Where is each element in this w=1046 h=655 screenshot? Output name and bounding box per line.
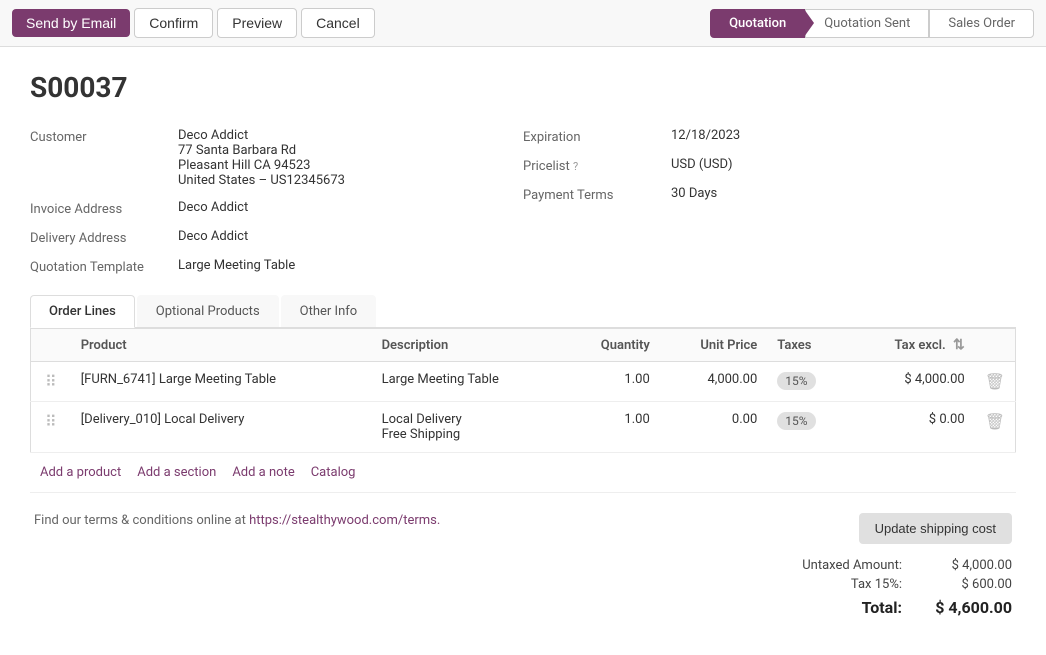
status-step-quotation[interactable]: Quotation: [710, 9, 805, 38]
quantity-2: 1.00: [563, 402, 659, 453]
adjust-columns-icon[interactable]: ⇅: [953, 337, 965, 353]
col-drag: [31, 329, 71, 362]
taxes-1: 15%: [767, 362, 848, 402]
quotation-template-label: Quotation Template: [30, 258, 170, 275]
confirm-button[interactable]: Confirm: [134, 8, 213, 38]
payment-terms-value: 30 Days: [671, 186, 717, 201]
invoice-address-label: Invoice Address: [30, 200, 170, 217]
tax-excl-2: $ 0.00: [849, 402, 975, 453]
product-name-1: [FURN_6741] Large Meeting Table: [71, 362, 372, 402]
add-product-link[interactable]: Add a product: [40, 465, 121, 480]
quotation-title: S00037: [30, 71, 1016, 104]
form-left: Customer Deco Addict 77 Santa Barbara Rd…: [30, 128, 523, 275]
quotation-template-value: Large Meeting Table: [178, 258, 295, 273]
delete-row-1-icon[interactable]: 🗑: [985, 372, 1005, 391]
pricelist-label: Pricelist ?: [523, 157, 663, 174]
untaxed-label: Untaxed Amount:: [782, 558, 902, 573]
quick-actions: Add a product Add a section Add a note C…: [30, 453, 1016, 493]
drag-handle-1[interactable]: ⠿: [31, 362, 71, 402]
terms-text: Find our terms & conditions online at ht…: [34, 513, 440, 528]
terms-link[interactable]: https://stealthywood.com/terms.: [249, 513, 440, 528]
untaxed-value: $ 4,000.00: [932, 558, 1012, 573]
tax-value: $ 600.00: [932, 577, 1012, 592]
add-section-link[interactable]: Add a section: [137, 465, 216, 480]
col-unit-price: Unit Price: [660, 329, 768, 362]
invoice-address-value: Deco Addict: [178, 200, 248, 215]
pricelist-value: USD (USD): [671, 157, 733, 172]
quantity-1: 1.00: [563, 362, 659, 402]
taxes-2: 15%: [767, 402, 848, 453]
order-table: Product Description Quantity Unit Price …: [30, 328, 1016, 453]
col-tax-excl: Tax excl. ⇅: [849, 329, 975, 362]
footer-area: Find our terms & conditions online at ht…: [30, 513, 1016, 621]
table-row: ⠿ [Delivery_010] Local Delivery Local De…: [31, 402, 1016, 453]
description-2: Local Delivery Free Shipping: [372, 402, 564, 453]
preview-button[interactable]: Preview: [217, 8, 297, 38]
col-actions: [975, 329, 1016, 362]
customer-value: Deco Addict 77 Santa Barbara Rd Pleasant…: [178, 128, 345, 188]
summary-table: Untaxed Amount: $ 4,000.00 Tax 15%: $ 60…: [752, 558, 1012, 617]
delivery-address-label: Delivery Address: [30, 229, 170, 246]
status-bar: Quotation Quotation Sent Sales Order: [710, 9, 1034, 38]
tax-excl-1: $ 4,000.00: [849, 362, 975, 402]
add-note-link[interactable]: Add a note: [232, 465, 294, 480]
table-row: ⠿ [FURN_6741] Large Meeting Table Large …: [31, 362, 1016, 402]
catalog-link[interactable]: Catalog: [311, 465, 356, 480]
col-taxes: Taxes: [767, 329, 848, 362]
form-grid: Customer Deco Addict 77 Santa Barbara Rd…: [30, 128, 1016, 275]
field-quotation-template: Quotation Template Large Meeting Table: [30, 258, 523, 275]
tabs: Order Lines Optional Products Other Info: [30, 295, 1016, 328]
total-row: Total: $ 4,600.00: [752, 598, 1012, 617]
unit-price-1: 4,000.00: [660, 362, 768, 402]
drag-handle-2[interactable]: ⠿: [31, 402, 71, 453]
field-payment-terms: Payment Terms 30 Days: [523, 186, 1016, 203]
tab-order-lines[interactable]: Order Lines: [30, 295, 135, 328]
total-value: $ 4,600.00: [932, 598, 1012, 617]
field-invoice-address: Invoice Address Deco Addict: [30, 200, 523, 217]
send-email-button[interactable]: Send by Email: [12, 9, 130, 37]
col-description: Description: [372, 329, 564, 362]
expiration-value: 12/18/2023: [671, 128, 740, 143]
pricelist-help-icon[interactable]: ?: [573, 160, 578, 173]
expiration-label: Expiration: [523, 128, 663, 145]
tab-other-info[interactable]: Other Info: [281, 295, 377, 327]
untaxed-amount-row: Untaxed Amount: $ 4,000.00: [752, 558, 1012, 573]
cancel-button[interactable]: Cancel: [301, 8, 375, 38]
tax-label: Tax 15%:: [782, 577, 902, 592]
customer-label: Customer: [30, 128, 170, 145]
delete-1[interactable]: 🗑: [975, 362, 1016, 402]
field-customer: Customer Deco Addict 77 Santa Barbara Rd…: [30, 128, 523, 188]
unit-price-2: 0.00: [660, 402, 768, 453]
field-expiration: Expiration 12/18/2023: [523, 128, 1016, 145]
product-name-2: [Delivery_010] Local Delivery: [71, 402, 372, 453]
tab-optional-products[interactable]: Optional Products: [137, 295, 279, 327]
toolbar: Send by Email Confirm Preview Cancel Quo…: [0, 0, 1046, 47]
update-shipping-button[interactable]: Update shipping cost: [859, 513, 1012, 544]
field-pricelist: Pricelist ? USD (USD): [523, 157, 1016, 174]
field-delivery-address: Delivery Address Deco Addict: [30, 229, 523, 246]
payment-terms-label: Payment Terms: [523, 186, 663, 203]
form-right: Expiration 12/18/2023 Pricelist ? USD (U…: [523, 128, 1016, 275]
status-step-sales-order[interactable]: Sales Order: [929, 9, 1034, 38]
delivery-address-value: Deco Addict: [178, 229, 248, 244]
summary-area: Update shipping cost Untaxed Amount: $ 4…: [752, 513, 1012, 621]
status-step-quotation-sent[interactable]: Quotation Sent: [805, 9, 929, 38]
tax-row: Tax 15%: $ 600.00: [752, 577, 1012, 592]
col-product: Product: [71, 329, 372, 362]
delete-row-2-icon[interactable]: 🗑: [985, 412, 1005, 431]
description-1: Large Meeting Table: [372, 362, 564, 402]
total-label: Total:: [782, 598, 902, 617]
main-content: S00037 Customer Deco Addict 77 Santa Bar…: [0, 47, 1046, 645]
delete-2[interactable]: 🗑: [975, 402, 1016, 453]
col-quantity: Quantity: [563, 329, 659, 362]
